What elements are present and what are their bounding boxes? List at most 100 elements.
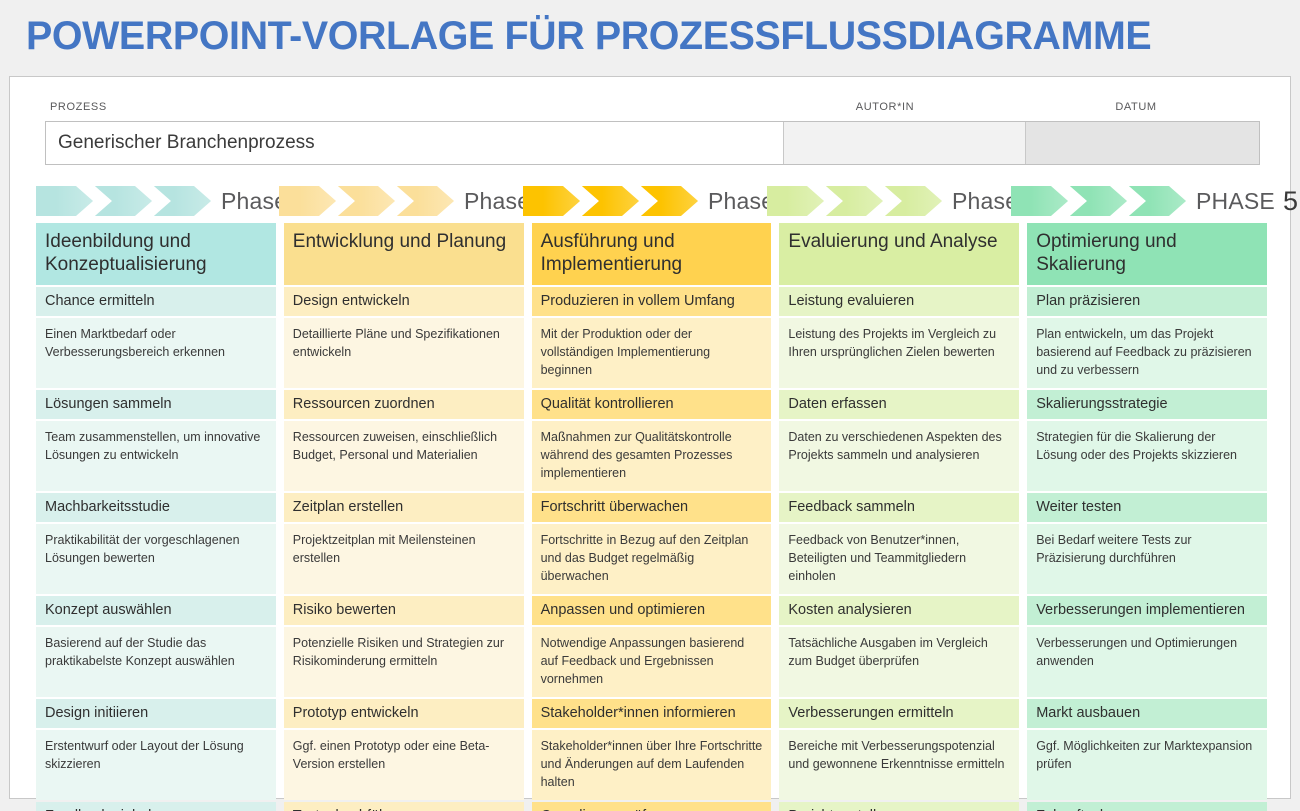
slide-card: PROZESS AUTOR*IN DATUM Generischer Branc… bbox=[9, 76, 1298, 811]
step-description[interactable]: Bereiche mit Verbesserungspotenzial und … bbox=[779, 730, 1020, 800]
step-description[interactable]: Praktikabilität der vorgeschlagenen Lösu… bbox=[36, 524, 276, 594]
step-block: Konzept auswählen Basierend auf der Studi… bbox=[36, 596, 276, 699]
phase-column-5: Optimierung und Skalierung Plan präzisier… bbox=[1027, 223, 1267, 811]
step-description[interactable]: Basierend auf der Studie das praktikabel… bbox=[36, 627, 276, 697]
step-title[interactable]: Compliance prüfen bbox=[531, 802, 772, 811]
step-block: Weiter testen Bei Bedarf weitere Tests zu… bbox=[1027, 493, 1267, 596]
chevron-arrow-icon bbox=[154, 186, 211, 216]
chevron-arrow-icon bbox=[1070, 186, 1127, 216]
chevron-arrow-icon bbox=[95, 186, 152, 216]
phase-marker-2[interactable]: Phase2 bbox=[279, 183, 553, 219]
step-description[interactable]: Ressourcen zuweisen, einschließlich Budg… bbox=[283, 421, 524, 491]
step-description[interactable]: Projektzeitplan mit Meilensteinen erstel… bbox=[283, 524, 524, 594]
step-description[interactable]: Verbesserungen und Optimierungen anwende… bbox=[1027, 627, 1267, 697]
step-description[interactable]: Plan entwickeln, um das Projekt basieren… bbox=[1027, 318, 1267, 388]
step-description[interactable]: Ggf. Möglichkeiten zur Marktexpansion pr… bbox=[1027, 730, 1267, 800]
step-description[interactable]: Daten zu verschiedenen Aspekten des Proj… bbox=[779, 421, 1020, 491]
phase-arrow-band: Phase1Phase2Phase3Phase4 PHASE 5 bbox=[36, 183, 1298, 219]
step-description[interactable]: Stakeholder*innen über Ihre Fortschritte… bbox=[531, 730, 772, 800]
step-title[interactable]: Anpassen und optimieren bbox=[531, 596, 772, 625]
datum-input[interactable] bbox=[1026, 122, 1259, 164]
phase-marker-5[interactable]: PHASE 5 bbox=[1011, 183, 1298, 219]
step-title[interactable]: Design initiieren bbox=[36, 699, 276, 728]
step-block: Qualität kontrollieren Maßnahmen zur Qual… bbox=[531, 390, 772, 493]
step-block: Leistung evaluieren Leistung des Projekts… bbox=[779, 287, 1020, 390]
step-description[interactable]: Detaillierte Pläne und Spezifikationen e… bbox=[283, 318, 524, 388]
step-title[interactable]: Tests durchführen bbox=[283, 802, 524, 811]
step-description[interactable]: Strategien für die Skalierung der Lösung… bbox=[1027, 421, 1267, 491]
step-block: Tests durchführenErste Tests durchführen… bbox=[283, 802, 524, 811]
step-title[interactable]: Skalierungsstrategie bbox=[1027, 390, 1267, 419]
step-block: Kosten analysieren Tatsächliche Ausgaben … bbox=[779, 596, 1020, 699]
step-title[interactable]: Bericht erstellen bbox=[779, 802, 1020, 811]
step-block: Machbarkeitsstudie Praktikabilität der vo… bbox=[36, 493, 276, 596]
step-title[interactable]: Verbesserungen ermitteln bbox=[779, 699, 1020, 728]
chevron-arrow-icon bbox=[826, 186, 883, 216]
step-title[interactable]: Feedback sammeln bbox=[779, 493, 1020, 522]
label-prozess: PROZESS bbox=[50, 101, 107, 113]
phase-marker-4[interactable]: Phase4 bbox=[767, 183, 1041, 219]
chevron-group-icon bbox=[767, 186, 942, 216]
step-title[interactable]: Machbarkeitsstudie bbox=[36, 493, 276, 522]
meta-labels-row: PROZESS AUTOR*IN DATUM bbox=[10, 101, 1290, 117]
step-title[interactable]: Plan präzisieren bbox=[1027, 287, 1267, 316]
column-header: Optimierung und Skalierung bbox=[1027, 223, 1267, 285]
step-description[interactable]: Tatsächliche Ausgaben im Vergleich zum B… bbox=[779, 627, 1020, 697]
phase-number: 5 bbox=[1282, 185, 1299, 216]
step-title[interactable]: Zukunftsplanung bbox=[1027, 802, 1267, 811]
step-description[interactable]: Fortschritte in Bezug auf den Zeitplan u… bbox=[531, 524, 772, 594]
phase-label: Phase bbox=[708, 187, 775, 214]
step-description[interactable]: Potenzielle Risiken und Strategien zur R… bbox=[283, 627, 524, 697]
step-description[interactable]: Feedback von Benutzer*innen, Beteiligten… bbox=[779, 524, 1020, 594]
step-title[interactable]: Markt ausbauen bbox=[1027, 699, 1267, 728]
step-block: Compliance prüfenSicherstellen, dass all… bbox=[531, 802, 772, 811]
step-title[interactable]: Chance ermitteln bbox=[36, 287, 276, 316]
step-title[interactable]: Feedback einholen bbox=[36, 802, 276, 811]
chevron-arrow-icon bbox=[582, 186, 639, 216]
chevron-arrow-icon bbox=[1129, 186, 1186, 216]
step-description[interactable]: Bei Bedarf weitere Tests zur Präzisierun… bbox=[1027, 524, 1267, 594]
step-title[interactable]: Prototyp entwickeln bbox=[283, 699, 524, 728]
step-title[interactable]: Produzieren in vollem Umfang bbox=[531, 287, 772, 316]
step-description[interactable]: Leistung des Projekts im Vergleich zu Ih… bbox=[779, 318, 1020, 388]
page-root: POWERPOINT-VORLAGE FÜR PROZESSFLUSSDIAGR… bbox=[0, 0, 1300, 811]
phase-column-4: Evaluierung und Analyse Leistung evaluier… bbox=[779, 223, 1020, 811]
step-description[interactable]: Mit der Produktion oder der vollständige… bbox=[531, 318, 772, 388]
step-block: Verbesserungen ermitteln Bereiche mit Ver… bbox=[779, 699, 1020, 802]
step-title[interactable]: Risiko bewerten bbox=[283, 596, 524, 625]
phase-label: Phase bbox=[952, 187, 1019, 214]
step-title[interactable]: Leistung evaluieren bbox=[779, 287, 1020, 316]
chevron-group-icon bbox=[1011, 186, 1186, 216]
step-title[interactable]: Weiter testen bbox=[1027, 493, 1267, 522]
step-title[interactable]: Qualität kontrollieren bbox=[531, 390, 772, 419]
prozess-input[interactable]: Generischer Branchenprozess bbox=[46, 122, 784, 164]
step-block: Zeitplan erstellen Projektzeitplan mit Me… bbox=[283, 493, 524, 596]
step-block: Feedback einholenKonzept den Stakeholder… bbox=[36, 802, 276, 811]
step-block: Plan präzisieren Plan entwickeln, um das … bbox=[1027, 287, 1267, 390]
step-block: Anpassen und optimieren Notwendige Anpass… bbox=[531, 596, 772, 699]
step-title[interactable]: Zeitplan erstellen bbox=[283, 493, 524, 522]
step-title[interactable]: Daten erfassen bbox=[779, 390, 1020, 419]
step-title[interactable]: Stakeholder*innen informieren bbox=[531, 699, 772, 728]
step-description[interactable]: Notwendige Anpassungen basierend auf Fee… bbox=[531, 627, 772, 697]
page-title: POWERPOINT-VORLAGE FÜR PROZESSFLUSSDIAGR… bbox=[26, 14, 1152, 58]
step-title[interactable]: Design entwickeln bbox=[283, 287, 524, 316]
autor-input[interactable] bbox=[784, 122, 1026, 164]
step-description[interactable]: Maßnahmen zur Qualitätskontrolle während… bbox=[531, 421, 772, 491]
phase-marker-3[interactable]: Phase3 bbox=[523, 183, 797, 219]
step-description[interactable]: Einen Marktbedarf oder Verbesserungsbere… bbox=[36, 318, 276, 388]
phase-marker-1[interactable]: Phase1 bbox=[36, 183, 310, 219]
step-title[interactable]: Kosten analysieren bbox=[779, 596, 1020, 625]
step-description[interactable]: Team zusammenstellen, um innovative Lösu… bbox=[36, 421, 276, 491]
step-title[interactable]: Ressourcen zuordnen bbox=[283, 390, 524, 419]
step-description[interactable]: Ggf. einen Prototyp oder eine Beta-Versi… bbox=[283, 730, 524, 800]
step-title[interactable]: Lösungen sammeln bbox=[36, 390, 276, 419]
chevron-group-icon bbox=[279, 186, 454, 216]
step-title[interactable]: Verbesserungen implementieren bbox=[1027, 596, 1267, 625]
phase-label: Phase bbox=[464, 187, 531, 214]
step-title[interactable]: Fortschritt überwachen bbox=[531, 493, 772, 522]
step-title[interactable]: Konzept auswählen bbox=[36, 596, 276, 625]
process-grid: Ideenbildung und Konzeptualisierung Chanc… bbox=[36, 223, 1267, 811]
step-block: Lösungen sammeln Team zusammenstellen, um… bbox=[36, 390, 276, 493]
step-description[interactable]: Erstentwurf oder Layout der Lösung skizz… bbox=[36, 730, 276, 800]
